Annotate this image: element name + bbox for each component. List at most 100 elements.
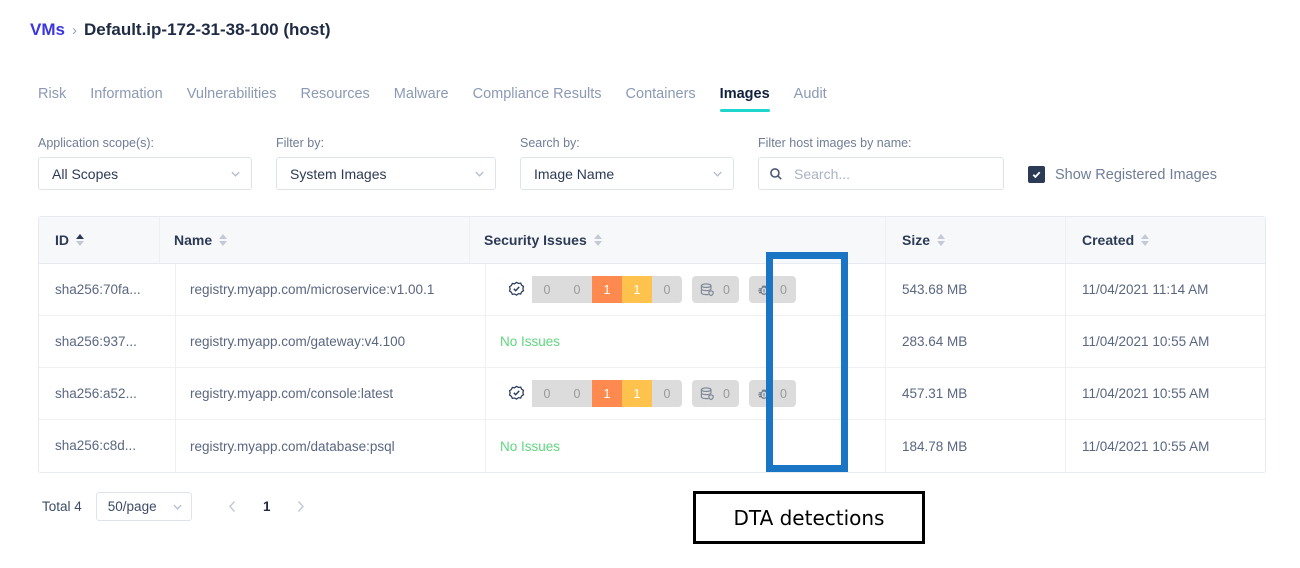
dta-detections-pill[interactable]: 0	[748, 380, 796, 407]
filter-bar: Application scope(s): All Scopes Filter …	[38, 136, 1217, 190]
tab-malware[interactable]: Malware	[394, 86, 473, 112]
search-icon	[770, 167, 782, 180]
application-scope-select[interactable]: All Scopes	[38, 157, 252, 190]
severity-count-critical: 1	[592, 380, 622, 407]
dta-detections-callout-label: DTA detections	[733, 505, 885, 530]
sort-icon[interactable]	[593, 234, 602, 246]
search-input[interactable]	[792, 164, 993, 183]
cell-size: 184.78 MB	[902, 438, 968, 454]
tab-resources[interactable]: Resources	[300, 86, 393, 112]
malware-pill[interactable]: 0	[692, 276, 739, 303]
tab-vulnerabilities[interactable]: Vulnerabilities	[187, 86, 301, 112]
cell-id: sha256:c8d...	[55, 438, 137, 453]
vulnerability-shield-icon	[500, 276, 532, 303]
tab-containers[interactable]: Containers	[626, 86, 720, 112]
security-issues-widget: 0 0 1 1 0 0 0	[500, 276, 796, 303]
cell-name: registry.myapp.com/gateway:v4.100	[190, 334, 406, 349]
page-title: Default.ip-172-31-38-100 (host)	[83, 20, 331, 39]
sort-icon[interactable]	[1141, 234, 1150, 246]
column-header-size-label: Size	[902, 232, 931, 248]
filter-by-select[interactable]: System Images	[276, 157, 496, 190]
severity-group[interactable]: 0 0 1 1 0	[500, 380, 682, 407]
column-header-name[interactable]: Name	[174, 232, 228, 248]
chevron-down-icon	[173, 504, 182, 510]
tab-images[interactable]: Images	[719, 86, 794, 112]
checkbox[interactable]	[1028, 166, 1045, 183]
dta-detections-callout: DTA detections	[693, 491, 925, 544]
table-row[interactable]: sha256:c8d... registry.myapp.com/databas…	[39, 420, 1265, 472]
page-size-select[interactable]: 50/page	[95, 492, 192, 521]
database-shield-icon	[700, 282, 714, 296]
severity-count-critical: 1	[592, 276, 622, 303]
page-size-value: 50/page	[107, 499, 157, 514]
breadcrumb: VMs › Default.ip-172-31-38-100 (host)	[30, 20, 331, 40]
filter-by-value: System Images	[290, 165, 387, 182]
severity-count-4: 0	[652, 380, 682, 407]
table-row[interactable]: sha256:70fa... registry.myapp.com/micros…	[39, 264, 1265, 316]
breadcrumb-link-vms[interactable]: VMs	[30, 20, 65, 40]
total-count-label: Total 4	[42, 499, 82, 514]
cell-created: 11/04/2021 11:14 AM	[1082, 282, 1209, 297]
tab-compliance-results[interactable]: Compliance Results	[473, 86, 626, 112]
cell-created: 11/04/2021 10:55 AM	[1082, 438, 1210, 454]
severity-count-high: 1	[622, 276, 652, 303]
table-header-row: ID Name Security Issues Size Created	[39, 217, 1265, 264]
no-issues-label: No Issues	[500, 438, 561, 454]
database-shield-icon	[700, 386, 714, 400]
tab-bar: Risk Information Vulnerabilities Resourc…	[32, 86, 851, 112]
cell-id: sha256:a52...	[55, 385, 137, 401]
severity-count-0: 0	[532, 276, 562, 303]
show-registered-images-checkbox-row[interactable]: Show Registered Images	[1028, 166, 1217, 190]
application-scope-label: Application scope(s):	[38, 136, 155, 150]
images-table: ID Name Security Issues Size Created sha…	[38, 216, 1266, 473]
application-scope-filter: Application scope(s): All Scopes	[38, 136, 252, 190]
sort-icon[interactable]	[937, 234, 946, 246]
sort-icon[interactable]	[219, 234, 228, 246]
show-registered-images-label: Show Registered Images	[1055, 166, 1217, 183]
cell-created: 11/04/2021 10:55 AM	[1082, 386, 1210, 401]
cell-id: sha256:937...	[55, 333, 137, 349]
tab-audit[interactable]: Audit	[794, 86, 851, 112]
cell-size: 283.64 MB	[902, 334, 968, 349]
cell-name: registry.myapp.com/database:psql	[190, 438, 395, 454]
column-header-created-label: Created	[1082, 232, 1135, 248]
column-header-created[interactable]: Created	[1082, 232, 1150, 248]
sort-icon[interactable]	[76, 234, 84, 246]
tab-information[interactable]: Information	[90, 86, 187, 112]
search-by-filter: Search by: Image Name	[520, 136, 734, 190]
prev-page-button[interactable]	[220, 494, 246, 520]
tab-risk[interactable]: Risk	[32, 86, 90, 112]
host-image-search-box[interactable]	[758, 157, 1004, 190]
chevron-down-icon	[713, 171, 722, 177]
cell-size: 543.68 MB	[902, 282, 968, 297]
malware-pill[interactable]: 0	[692, 380, 739, 407]
chevron-right-icon	[298, 500, 305, 513]
breadcrumb-separator-icon: ›	[71, 21, 77, 39]
filter-by-label: Filter by:	[276, 136, 324, 150]
column-header-security-issues[interactable]: Security Issues	[484, 232, 602, 248]
host-image-search-filter: Filter host images by name:	[758, 136, 1004, 190]
severity-count-1: 0	[562, 380, 592, 407]
page-number-1[interactable]: 1	[254, 494, 280, 520]
cell-id: sha256:70fa...	[55, 281, 141, 297]
bug-icon	[758, 388, 770, 399]
column-header-size[interactable]: Size	[902, 232, 946, 248]
table-footer: Total 4 50/page 1	[42, 492, 314, 521]
cell-name: registry.myapp.com/microservice:v1.00.1	[190, 282, 435, 297]
vulnerability-shield-icon	[500, 380, 532, 407]
search-by-label: Search by:	[520, 136, 580, 150]
next-page-button[interactable]	[288, 494, 314, 520]
table-row[interactable]: sha256:a52... registry.myapp.com/console…	[39, 368, 1265, 420]
bug-icon	[758, 284, 770, 295]
table-row[interactable]: sha256:937... registry.myapp.com/gateway…	[39, 316, 1265, 368]
search-by-value: Image Name	[534, 165, 615, 182]
search-by-select[interactable]: Image Name	[520, 157, 734, 190]
cell-created: 11/04/2021 10:55 AM	[1082, 334, 1210, 349]
severity-group[interactable]: 0 0 1 1 0	[500, 276, 682, 303]
chevron-down-icon	[475, 171, 484, 177]
dta-detections-pill[interactable]: 0	[748, 276, 796, 303]
chevron-down-icon	[231, 171, 240, 177]
column-header-id[interactable]: ID	[55, 232, 84, 248]
host-image-search-label: Filter host images by name:	[758, 136, 912, 150]
filter-by-filter: Filter by: System Images	[276, 136, 496, 190]
